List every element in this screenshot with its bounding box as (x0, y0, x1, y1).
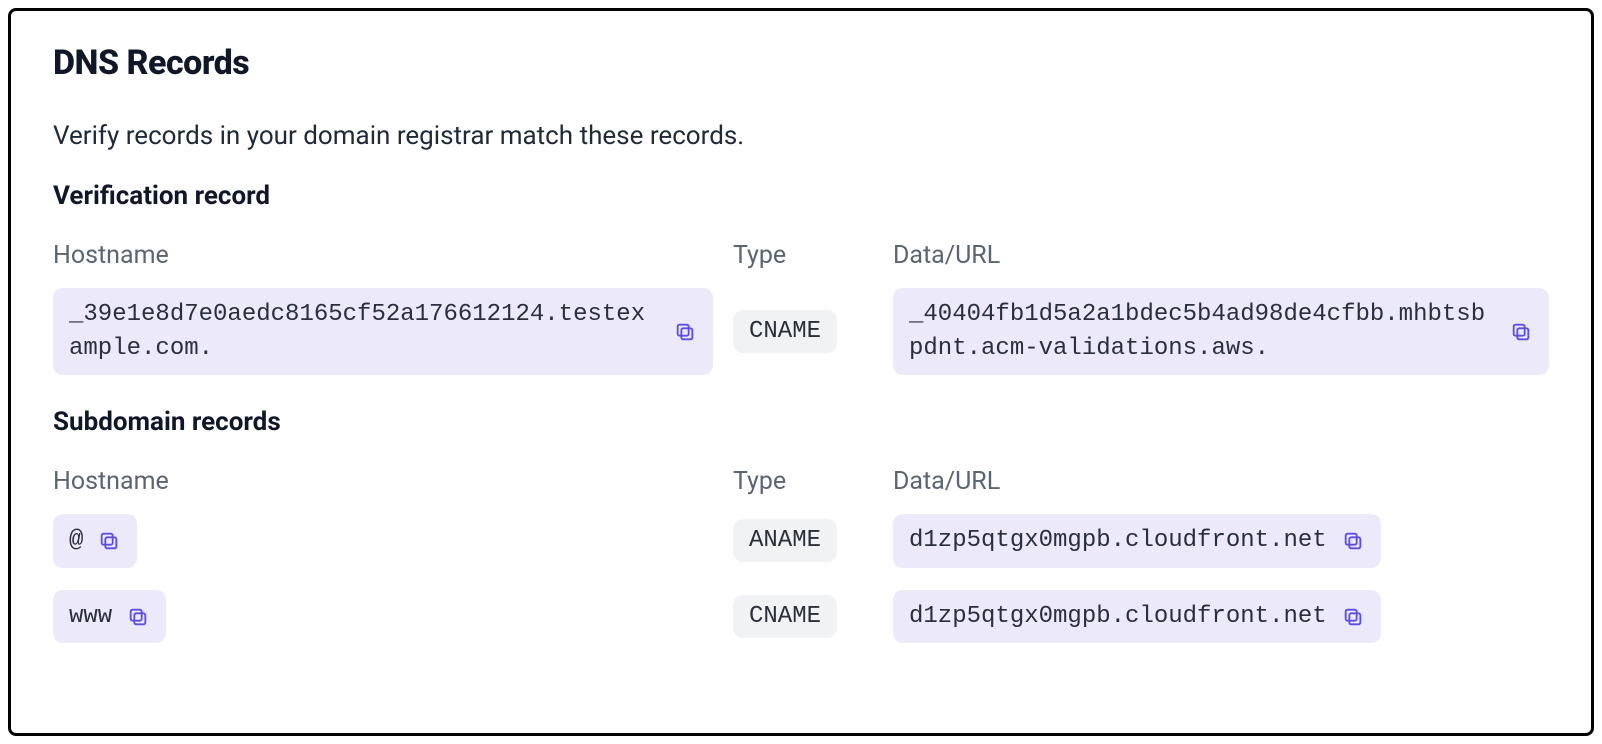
subdomain-header-row: Hostname Type Data/URL (53, 467, 1549, 496)
verification-record-row: _39e1e8d7e0aedc8165cf52a176612124.testex… (53, 288, 1549, 375)
subdomain-type-value: CNAME (733, 595, 837, 638)
header-data: Data/URL (893, 467, 1549, 496)
copy-icon[interactable] (673, 320, 697, 344)
subdomain-type-value: ANAME (733, 519, 837, 562)
subdomain-hostname-pill: @ (53, 514, 137, 568)
copy-icon[interactable] (1509, 320, 1533, 344)
subdomain-section-title: Subdomain records (53, 407, 1549, 437)
subdomain-record-row: @ ANAME d1zp5qtgx0mgpb.cloudfront.net (53, 514, 1549, 568)
verification-data-pill: _40404fb1d5a2a1bdec5b4ad98de4cfbb.mhbtsb… (893, 288, 1549, 375)
subdomain-data-value: d1zp5qtgx0mgpb.cloudfront.net (909, 600, 1327, 634)
header-data: Data/URL (893, 241, 1549, 270)
copy-icon[interactable] (97, 529, 121, 553)
subdomain-hostname-pill: www (53, 590, 166, 644)
subdomain-hostname-value: @ (69, 524, 83, 558)
verification-header-row: Hostname Type Data/URL (53, 241, 1549, 270)
verification-data-value: _40404fb1d5a2a1bdec5b4ad98de4cfbb.mhbtsb… (909, 298, 1495, 365)
copy-icon[interactable] (126, 605, 150, 629)
page-title: DNS Records (53, 43, 1549, 83)
verification-hostname-pill: _39e1e8d7e0aedc8165cf52a176612124.testex… (53, 288, 713, 375)
copy-icon[interactable] (1341, 605, 1365, 629)
verification-hostname-value: _39e1e8d7e0aedc8165cf52a176612124.testex… (69, 298, 659, 365)
dns-records-panel: DNS Records Verify records in your domai… (8, 8, 1594, 736)
header-hostname: Hostname (53, 467, 713, 496)
verification-type-value: CNAME (733, 310, 837, 353)
subdomain-data-pill: d1zp5qtgx0mgpb.cloudfront.net (893, 590, 1381, 644)
subdomain-record-row: www CNAME d1zp5qtgx0mgpb.cloudfront.net (53, 590, 1549, 644)
header-type: Type (733, 467, 873, 496)
subdomain-data-pill: d1zp5qtgx0mgpb.cloudfront.net (893, 514, 1381, 568)
subdomain-data-value: d1zp5qtgx0mgpb.cloudfront.net (909, 524, 1327, 558)
verification-section-title: Verification record (53, 181, 1549, 211)
subdomain-hostname-value: www (69, 600, 112, 634)
header-type: Type (733, 241, 873, 270)
copy-icon[interactable] (1341, 529, 1365, 553)
header-hostname: Hostname (53, 241, 713, 270)
description-text: Verify records in your domain registrar … (53, 121, 1549, 151)
